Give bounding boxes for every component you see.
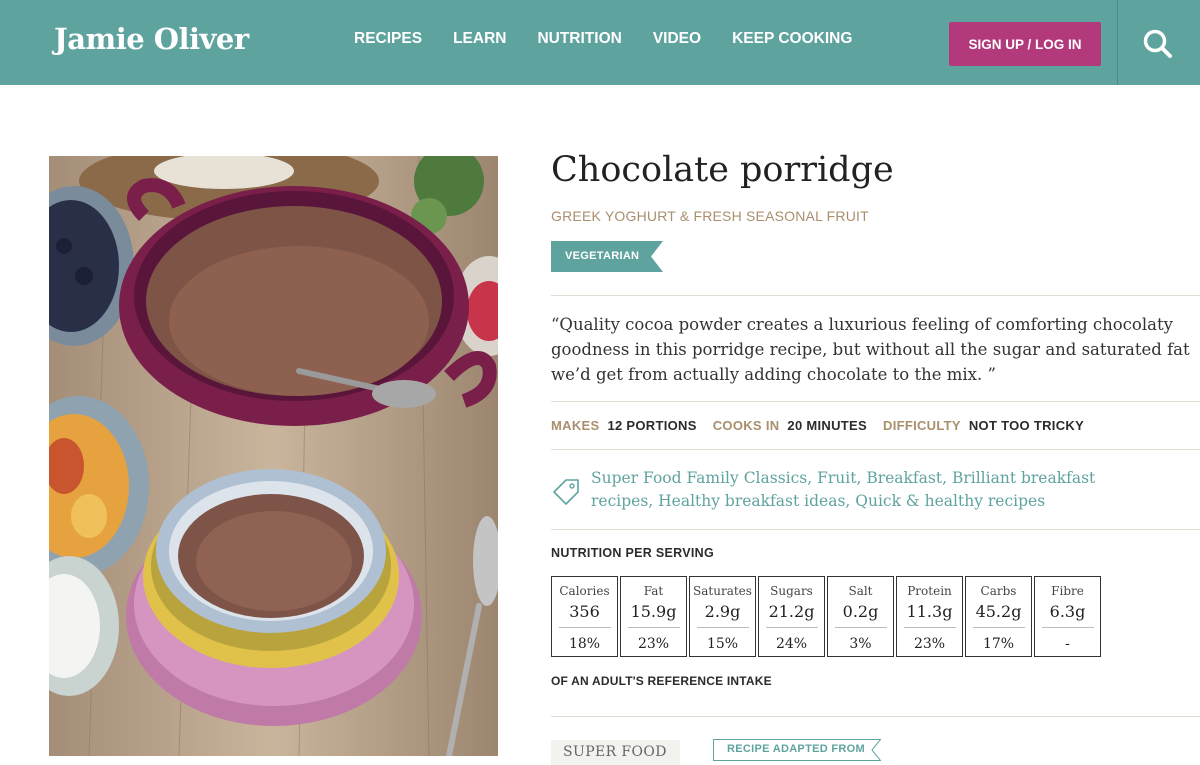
divider — [551, 449, 1200, 450]
cooks-in-value: 20 MINUTES — [787, 418, 867, 433]
nutrition-label: Fat — [643, 584, 664, 598]
nutrition-percent: 23% — [913, 636, 946, 652]
nutrition-percent: 18% — [568, 636, 601, 652]
tag-link-super-food-family-classics[interactable]: Super Food Family Classics, — [591, 469, 812, 487]
recipe-subtitle: GREEK YOGHURT & FRESH SEASONAL FRUIT — [551, 208, 869, 224]
nav-learn[interactable]: LEARN — [453, 30, 506, 48]
tag-link-healthy-breakfast-ideas[interactable]: Healthy breakfast ideas, — [658, 492, 850, 510]
tag-link-breakfast[interactable]: Breakfast, — [866, 469, 947, 487]
tag-link-quick-healthy-recipes[interactable]: Quick & healthy recipes — [855, 492, 1045, 510]
nutrition-cell: Sugars 21.2g 24% — [758, 576, 825, 657]
nutrition-cell: Fat 15.9g 23% — [620, 576, 687, 657]
nutrition-separator — [903, 627, 956, 628]
divider — [551, 401, 1200, 402]
nutrition-table: Calories 356 18% Fat 15.9g 23% Saturates… — [551, 576, 1103, 657]
nutrition-value: 21.2g — [768, 602, 815, 621]
nav-keep-cooking[interactable]: KEEP COOKING — [732, 30, 852, 48]
recipe-intro-quote: “Quality cocoa powder creates a luxuriou… — [551, 315, 1190, 384]
nutrition-label: Saturates — [693, 584, 752, 598]
main-nav: RECIPES LEARN NUTRITION VIDEO KEEP COOKI… — [354, 30, 883, 48]
nav-video[interactable]: VIDEO — [653, 30, 701, 48]
nutrition-cell: Calories 356 18% — [551, 576, 618, 657]
nutrition-separator — [627, 627, 680, 628]
recipe-title: Chocolate porridge — [551, 150, 894, 190]
nutrition-separator — [558, 627, 611, 628]
nutrition-cell: Salt 0.2g 3% — [827, 576, 894, 657]
tag-link-fruit[interactable]: Fruit, — [817, 469, 861, 487]
recipe-meta: MAKES 12 PORTIONS COOKS IN 20 MINUTES DI… — [551, 418, 1100, 433]
nav-nutrition[interactable]: NUTRITION — [537, 30, 621, 48]
nutrition-footnote: OF AN ADULT'S REFERENCE INTAKE — [551, 674, 772, 688]
nutrition-value: 0.2g — [842, 602, 879, 621]
divider — [551, 716, 1200, 717]
divider — [551, 295, 1200, 296]
nutrition-value: 2.9g — [704, 602, 741, 621]
nutrition-separator — [1041, 627, 1094, 628]
nutrition-separator — [696, 627, 749, 628]
nutrition-label: Fibre — [1051, 584, 1084, 598]
makes-label: MAKES — [551, 418, 600, 433]
nutrition-title: NUTRITION PER SERVING — [551, 546, 715, 560]
nav-recipes[interactable]: RECIPES — [354, 30, 422, 48]
search-icon — [1143, 29, 1172, 58]
nutrition-percent: - — [1065, 636, 1070, 652]
makes-value: 12 PORTIONS — [607, 418, 697, 433]
nutrition-label: Protein — [907, 584, 952, 598]
nutrition-value: 11.3g — [906, 602, 953, 621]
nutrition-cell: Saturates 2.9g 15% — [689, 576, 756, 657]
nutrition-label: Sugars — [770, 584, 813, 598]
nutrition-cell: Fibre 6.3g - — [1034, 576, 1101, 657]
nutrition-separator — [834, 627, 887, 628]
adapted-from-label: RECIPE ADAPTED FROM — [727, 743, 865, 755]
nutrition-label: Carbs — [980, 584, 1017, 598]
difficulty-value: NOT TOO TRICKY — [968, 418, 1085, 433]
header-divider — [1117, 0, 1118, 85]
site-header: Jamie Oliver RECIPES LEARN NUTRITION VID… — [0, 0, 1200, 85]
recipe-photo — [49, 156, 498, 756]
search-button[interactable] — [1140, 26, 1176, 62]
nutrition-value: 45.2g — [975, 602, 1022, 621]
vegetarian-tag-label: VEGETARIAN — [565, 250, 640, 262]
nutrition-cell: Protein 11.3g 23% — [896, 576, 963, 657]
recipe-tag-links: Super Food Family Classics, Fruit, Break… — [591, 467, 1151, 513]
site-logo[interactable]: Jamie Oliver — [54, 22, 249, 56]
nutrition-label: Calories — [559, 584, 610, 598]
divider — [551, 529, 1200, 530]
signup-login-button[interactable]: SIGN UP / LOG IN — [949, 22, 1101, 66]
nutrition-value: 356 — [569, 602, 600, 621]
nutrition-label: Salt — [848, 584, 873, 598]
nutrition-percent: 17% — [982, 636, 1015, 652]
nutrition-cell: Carbs 45.2g 17% — [965, 576, 1032, 657]
vegetarian-tag[interactable]: VEGETARIAN — [551, 241, 663, 272]
source-book-cover[interactable]: SUPER FOOD — [551, 740, 680, 765]
price-tag-icon — [551, 476, 581, 506]
book-cover-text: SUPER FOOD — [563, 744, 667, 760]
nutrition-value: 15.9g — [630, 602, 677, 621]
nutrition-percent: 23% — [637, 636, 670, 652]
nutrition-value: 6.3g — [1049, 602, 1086, 621]
recipe-adapted-from-tag: RECIPE ADAPTED FROM — [713, 739, 881, 761]
nutrition-separator — [972, 627, 1025, 628]
nutrition-percent: 3% — [849, 636, 872, 652]
nutrition-percent: 15% — [706, 636, 739, 652]
difficulty-label: DIFFICULTY — [883, 418, 961, 433]
nutrition-percent: 24% — [775, 636, 808, 652]
nutrition-separator — [765, 627, 818, 628]
cooks-in-label: COOKS IN — [712, 418, 780, 433]
